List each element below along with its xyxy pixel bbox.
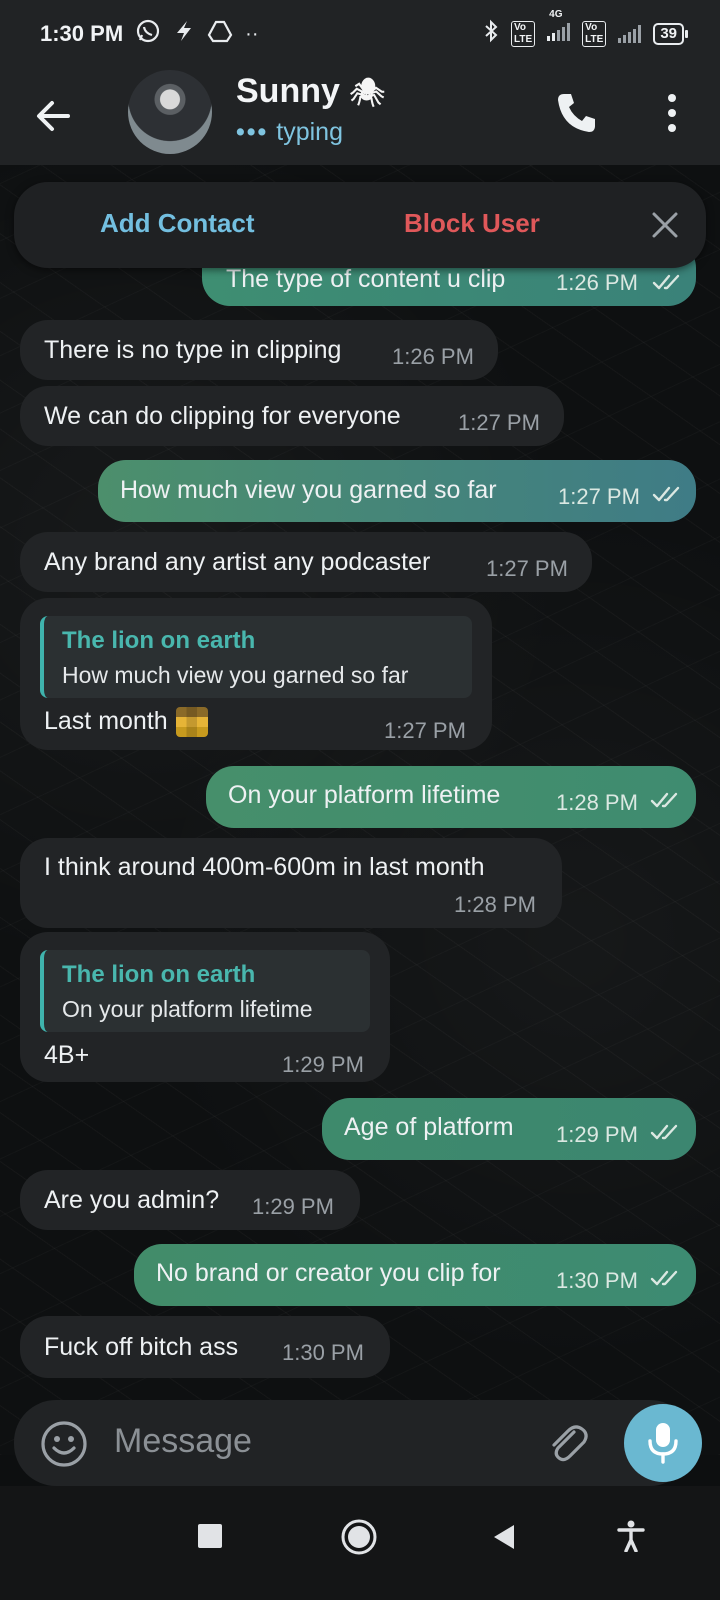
message-time: 1:29 PM <box>282 1052 364 1077</box>
contact-action-bar: Add Contact Block User <box>14 182 706 268</box>
contact-avatar[interactable] <box>128 70 212 154</box>
typing-status: ••• typing <box>236 118 343 147</box>
quoted-reply-text: How much view you garned so far <box>62 662 409 688</box>
message-bubble-incoming[interactable]: Any brand any artist any podcaster 1:27 … <box>20 532 592 592</box>
quoted-reply-author: The lion on earth <box>62 627 256 654</box>
message-time: 1:27 PM <box>384 718 466 743</box>
message-bubble-incoming[interactable]: Fuck off bitch ass 1:30 PM <box>20 1316 390 1378</box>
message-text: Fuck off bitch ass <box>44 1333 239 1361</box>
call-button[interactable] <box>552 88 602 138</box>
back-button[interactable] <box>30 92 78 140</box>
double-check-icon <box>650 1270 678 1286</box>
whatsapp-icon <box>135 18 161 50</box>
message-bubble-outgoing[interactable]: Age of platform 1:29 PM <box>322 1098 696 1160</box>
double-check-icon <box>650 792 678 808</box>
message-time: 1:29 PM <box>252 1194 334 1219</box>
message-text: I think around 400m-600m in last month <box>44 853 485 881</box>
message-time: 1:30 PM <box>282 1340 364 1365</box>
message-text: Are you admin? <box>44 1186 220 1214</box>
message-text: No brand or creator you clip for <box>156 1259 501 1287</box>
phone-icon <box>558 94 595 132</box>
blurred-emoji <box>175 707 208 738</box>
more-vertical-icon <box>668 94 676 132</box>
signal-icon-2 <box>618 25 642 43</box>
microphone-icon <box>648 1423 678 1464</box>
arrow-left-icon <box>37 101 70 131</box>
quoted-reply[interactable]: The lion on earth How much view you garn… <box>40 616 472 698</box>
volte-badge-2: Vo LTE <box>582 21 607 47</box>
quoted-reply-author: The lion on earth <box>62 961 256 988</box>
double-check-icon <box>652 486 680 502</box>
close-icon[interactable] <box>646 206 684 244</box>
volte-badge-1: Vo LTE <box>511 21 536 47</box>
status-bar: 1:30 PM ·· Vo LTE 4G Vo LTE 39 <box>0 0 720 68</box>
message-text: Last month <box>44 707 168 735</box>
message-bubble-outgoing[interactable]: How much view you garned so far 1:27 PM <box>98 460 696 522</box>
block-user-button[interactable]: Block User <box>404 208 540 239</box>
drive-icon <box>207 19 233 49</box>
smiley-icon[interactable] <box>38 1418 90 1470</box>
chat-header: Sunny 🕷 ••• typing <box>0 68 720 165</box>
message-text: We can do clipping for everyone <box>44 402 401 430</box>
message-time: 1:28 PM <box>454 892 536 917</box>
message-time: 1:27 PM <box>558 484 640 509</box>
messenger-icon <box>173 19 195 49</box>
message-text-row: Last month <box>44 706 208 738</box>
more-options-button[interactable] <box>650 88 694 138</box>
typing-dots-icon: ••• <box>236 118 269 146</box>
add-contact-button[interactable]: Add Contact <box>100 208 255 239</box>
message-text: 4B+ <box>44 1041 90 1069</box>
back-nav-icon[interactable] <box>492 1524 516 1550</box>
message-time: 1:27 PM <box>486 556 568 581</box>
message-text: Any brand any artist any podcaster <box>44 548 431 576</box>
voice-record-button[interactable] <box>624 1404 702 1482</box>
message-composer: Message <box>14 1400 692 1486</box>
typing-status-text: typing <box>276 118 343 146</box>
message-time: 1:26 PM <box>392 344 474 369</box>
message-bubble-outgoing[interactable]: No brand or creator you clip for 1:30 PM <box>134 1244 696 1306</box>
home-icon[interactable] <box>340 1518 378 1556</box>
message-text: The type of content u clip <box>226 265 506 293</box>
paperclip-icon[interactable] <box>544 1420 592 1468</box>
contact-name[interactable]: Sunny 🕷 <box>236 72 385 111</box>
message-text: On your platform lifetime <box>228 781 501 809</box>
message-bubble-incoming-reply[interactable]: The lion on earth On your platform lifet… <box>20 932 390 1082</box>
status-time: 1:30 PM <box>40 21 124 46</box>
message-time: 1:28 PM <box>556 790 638 815</box>
message-text: There is no type in clipping <box>44 336 342 364</box>
message-text: Age of platform <box>344 1113 514 1141</box>
message-time: 1:26 PM <box>556 270 638 295</box>
more-notifications-icon: ·· <box>245 22 259 45</box>
contact-name-text: Sunny <box>236 72 340 110</box>
message-bubble-incoming[interactable]: We can do clipping for everyone 1:27 PM <box>20 386 564 446</box>
battery-indicator: 39 <box>653 23 688 45</box>
system-navigation-bar <box>0 1486 720 1600</box>
quoted-reply-text: On your platform lifetime <box>62 996 313 1022</box>
bluetooth-icon <box>483 19 499 49</box>
message-text: How much view you garned so far <box>120 476 497 504</box>
accessibility-icon[interactable] <box>616 1520 646 1552</box>
message-bubble-incoming[interactable]: Are you admin? 1:29 PM <box>20 1170 360 1230</box>
message-bubble-incoming[interactable]: There is no type in clipping 1:26 PM <box>20 320 498 380</box>
message-bubble-outgoing[interactable]: On your platform lifetime 1:28 PM <box>206 766 696 828</box>
message-time: 1:27 PM <box>458 410 540 435</box>
network-type-label: 4G <box>549 9 563 20</box>
message-time: 1:29 PM <box>556 1122 638 1147</box>
message-bubble-incoming[interactable]: I think around 400m-600m in last month 1… <box>20 838 562 928</box>
quoted-reply[interactable]: The lion on earth On your platform lifet… <box>40 950 370 1032</box>
recent-apps-icon[interactable] <box>198 1524 222 1548</box>
spider-emoji: 🕷 <box>349 77 385 108</box>
double-check-icon <box>650 1124 678 1140</box>
signal-icon-1: 4G <box>547 9 571 47</box>
double-check-icon <box>652 274 680 290</box>
message-time: 1:30 PM <box>556 1268 638 1293</box>
message-bubble-incoming-reply[interactable]: The lion on earth How much view you garn… <box>20 598 492 750</box>
message-input[interactable]: Message <box>114 1422 252 1461</box>
